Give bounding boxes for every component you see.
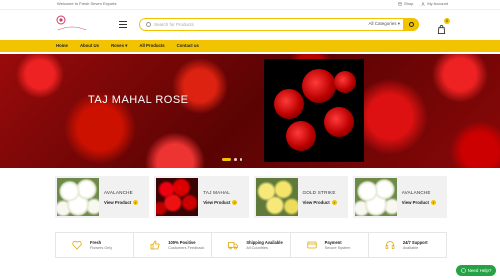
- hero-rose-photo: [264, 59, 364, 162]
- product-card: AVALANCHE View Product ›: [352, 176, 447, 218]
- menu-toggle-button[interactable]: [119, 21, 127, 28]
- need-help-label: Need Help?: [467, 268, 492, 273]
- main-nav: Home About Us Roses ▾ All Products Conta…: [0, 40, 500, 52]
- nav-item-all-products[interactable]: All Products: [139, 43, 164, 49]
- view-product-link[interactable]: View Product ›: [402, 200, 436, 205]
- arrow-right-icon: ›: [331, 200, 337, 205]
- shop-link[interactable]: Shop: [398, 1, 413, 6]
- product-card: TAJ MAHAL View Product ›: [154, 176, 249, 218]
- welcome-text: Welcome to Fresh Seven Exports: [57, 1, 117, 6]
- nav-item-contact-us[interactable]: Contact us: [177, 43, 199, 49]
- heart-icon: [72, 240, 82, 250]
- logo-flower-icon: [56, 15, 87, 31]
- product-image[interactable]: [57, 178, 99, 216]
- nav-item-home[interactable]: Home: [56, 43, 68, 49]
- feature-subtitle: Secure System: [324, 246, 351, 250]
- search-input[interactable]: [154, 22, 354, 27]
- category-select[interactable]: All Categories ▾: [368, 21, 400, 27]
- user-icon: [421, 1, 426, 6]
- need-help-button[interactable]: Need Help?: [456, 265, 496, 276]
- search-bar: All Categories ▾: [139, 17, 419, 31]
- nav-item-about-us[interactable]: About Us: [80, 43, 99, 49]
- feature-title: 24/7 Support: [402, 240, 428, 245]
- truck-icon: [228, 242, 239, 250]
- hero-background-image: [0, 54, 500, 168]
- search-icon: [146, 22, 151, 27]
- shopping-bag-icon: [437, 25, 446, 34]
- arrow-right-icon: ›: [232, 200, 238, 205]
- view-product-link[interactable]: View Product ›: [203, 200, 238, 205]
- feature-title: Fresh: [90, 240, 102, 245]
- site-logo[interactable]: [55, 14, 89, 36]
- feature-subtitle: Customers Feedback: [168, 246, 205, 250]
- feature-title: Shipping Available: [246, 240, 283, 245]
- feature-title: 100% Positive: [168, 240, 196, 245]
- arrow-right-icon: ›: [430, 200, 436, 205]
- slider-pagination: [222, 158, 242, 161]
- slider-dot-1[interactable]: [222, 158, 231, 161]
- feature-subtitle: Flowers Only: [90, 246, 113, 250]
- feature-shipping: Shipping Available All Countries: [212, 233, 291, 257]
- feature-payment: Payment Secure System: [291, 233, 369, 257]
- nav-item-roses[interactable]: Roses ▾: [111, 43, 127, 49]
- product-name: AVALANCHE: [104, 190, 133, 195]
- cart-count-badge: 0: [444, 18, 450, 24]
- feature-feedback: 100% Positive Customers Feedback: [134, 233, 213, 257]
- search-submit-icon: [408, 21, 414, 27]
- feature-support: 24/7 Support Available: [369, 233, 446, 257]
- my-account-label: My Account: [427, 1, 448, 6]
- feature-subtitle: Available: [402, 246, 419, 250]
- whatsapp-icon: [460, 268, 466, 273]
- view-product-link[interactable]: View Product ›: [104, 200, 139, 205]
- hero-slider[interactable]: TAJ MAHAL ROSE: [0, 54, 500, 168]
- product-name: GOLD STRIKE: [302, 190, 336, 195]
- product-image[interactable]: [156, 178, 199, 216]
- top-links: Shop My Account: [398, 1, 448, 6]
- feature-subtitle: All Countries: [246, 246, 268, 250]
- product-image[interactable]: [255, 178, 298, 216]
- product-card: AVALANCHE View Product ›: [55, 176, 150, 218]
- product-card: GOLD STRIKE View Product ›: [253, 176, 348, 218]
- slider-dot-2[interactable]: [234, 158, 237, 161]
- header: All Categories ▾ 0: [0, 10, 500, 40]
- chevron-down-icon: ▾: [125, 43, 128, 48]
- product-image[interactable]: [354, 178, 397, 216]
- hero-title: TAJ MAHAL ROSE: [88, 94, 189, 106]
- feature-title: Payment: [324, 240, 342, 245]
- view-product-link[interactable]: View Product ›: [303, 200, 337, 205]
- product-name: AVALANCHE: [401, 190, 431, 195]
- my-account-link[interactable]: My Account: [421, 1, 448, 6]
- thumbs-up-icon: [150, 240, 160, 250]
- slider-dot-3[interactable]: [239, 158, 242, 161]
- features-strip: Fresh Flowers Only 100% Positive Custome…: [55, 232, 447, 258]
- search-submit-button[interactable]: [403, 17, 419, 31]
- top-bar: Welcome to Fresh Seven Exports Shop My A…: [0, 0, 500, 10]
- feature-fresh: Fresh Flowers Only: [56, 233, 135, 257]
- product-name: TAJ MAHAL: [203, 190, 230, 195]
- credit-card-icon: [307, 241, 317, 249]
- store-icon: [398, 1, 402, 6]
- arrow-right-icon: ›: [133, 200, 139, 205]
- headset-icon: [385, 241, 395, 249]
- shop-link-label: Shop: [403, 1, 414, 6]
- cart-button[interactable]: 0: [437, 18, 450, 34]
- product-list: AVALANCHE View Product › TAJ MAHAL View P…: [55, 176, 447, 220]
